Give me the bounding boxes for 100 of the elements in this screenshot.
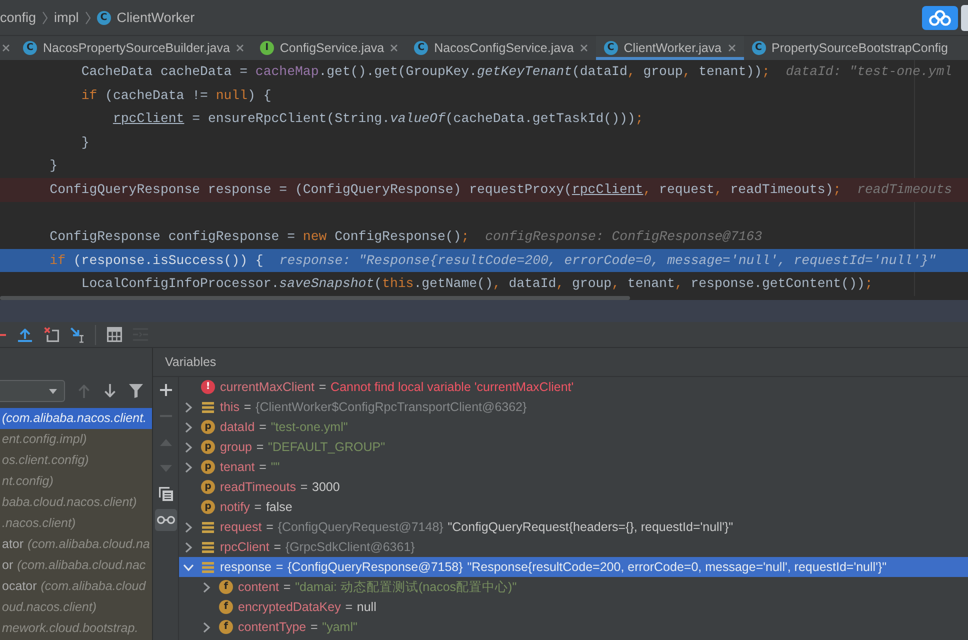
stack-frame[interactable]: mework.cloud.bootstrap. [0,618,152,639]
editor-tab[interactable]: C PropertySourceBootstrapConfig [744,36,948,60]
variable-text: notify = false [220,500,292,514]
inline-hint: readTimeouts [857,182,952,197]
variable-text: rpcClient = {GrpcSdkClient@6361} [220,540,415,554]
error-icon: ! [201,380,215,394]
variable-row[interactable]: ! currentMaxClient = Cannot find local variable 'currentMaxClient' [179,377,968,397]
stack-frame[interactable]: baba.cloud.nacos.client) [0,492,152,513]
variable-text: currentMaxClient = Cannot find local variable 'currentMaxClient' [220,380,574,394]
editor-tab[interactable]: I ConfigService.java [252,36,406,60]
stack-frame[interactable]: ent.config.impl) [0,429,152,450]
chevron-right-icon[interactable] [182,522,194,532]
cross-frame-icon [44,327,58,342]
code-text: } [81,134,90,150]
variable-row[interactable]: p dataId = "test-one.yml" [179,417,968,437]
chevron-right-icon[interactable] [182,442,194,452]
stack-frame[interactable]: ocator (com.alibaba.cloud [0,576,152,597]
stack-frame[interactable]: nt.config) [0,471,152,492]
variable-row[interactable]: p tenant = "" [179,457,968,477]
watches-button[interactable] [154,509,176,531]
chevron-icon [42,10,48,24]
arrow-up-icon [78,384,90,398]
variable-text: tenant = "" [220,460,280,474]
field-icon: f [219,600,233,614]
code-text: rpcClient = ensureRpcClient(String.valueOf(cacheData.getTaskId())); [112,111,644,126]
close-icon[interactable] [390,44,398,52]
code-text: LocalConfigInfoProcessor.saveSnapshot(this.getName(), dataId, group, tenant, response.getContent()); [81,276,873,292]
breadcrumb-item[interactable]: ClientWorker [116,10,195,25]
chevron-down-icon[interactable] [182,562,194,572]
close-icon[interactable] [580,44,588,52]
editor-tab[interactable]: C NacosPropertySourceBuilder.java [15,36,252,60]
chevron-right-icon[interactable] [182,422,194,432]
code-text: CacheData cacheData = cacheMap.get().get(GroupKey.getKeyTenant(dataId, group, tenant)); [81,64,770,79]
arrow-down-icon [104,384,116,398]
table-icon [106,327,122,342]
close-icon[interactable] [2,44,10,52]
stack-frame[interactable]: or (com.alibaba.cloud.nac [0,555,152,576]
field-icon: f [219,620,233,634]
copy-icon [158,487,172,501]
filter-button[interactable] [126,381,146,401]
code-text: if (cacheData != null) { [81,88,272,103]
parameter-icon: p [201,480,215,494]
code-text: ConfigResponse configResponse = new ConfigResponse(); [50,229,470,244]
parameter-icon: p [201,420,215,434]
stack-frame[interactable]: (com.alibaba.nacos.client. [0,408,152,429]
editor-tab[interactable]: C ClientWorker.java [596,36,744,60]
parameter-icon: p [201,440,215,454]
stack-frame[interactable]: os.client.config) [0,450,152,471]
variable-row[interactable]: p group = "DEFAULT_GROUP" [179,437,968,457]
class-icon: C [96,10,111,24]
code-text: if (response.isSuccess()) { [50,252,264,268]
plus-icon [160,384,172,396]
cloud-icon [929,10,951,26]
variable-row[interactable]: response = {ConfigQueryResponse@7158} "Response{resultCode=200, errorCode=0, message='null', requestId='null'}" [179,557,968,577]
stack-frame[interactable]: oud.nacos.client) [0,597,152,618]
close-icon[interactable] [236,44,244,52]
chevron-icon [84,10,91,24]
inline-hint: dataId: "test-one.yml [786,64,952,79]
variable-row[interactable]: rpcClient = {GrpcSdkClient@6361} [179,537,968,557]
variable-text: encryptedDataKey = null [238,600,376,614]
variable-text: content = "damai: 动态配置测试(nacos配置中心)" [238,578,517,596]
chevron-right-icon[interactable] [200,582,212,592]
cloud-button[interactable] [922,6,958,30]
panel-title: Variables [165,355,216,369]
variable-row[interactable]: p readTimeouts = 3000 [179,477,968,497]
variable-row[interactable]: f contentType = "yaml" [179,617,968,637]
bars-icon [202,522,214,532]
variable-text: group = "DEFAULT_GROUP" [220,440,386,454]
variable-row[interactable]: f content = "damai: 动态配置测试(nacos配置中心)" [179,577,968,597]
chevron-right-icon[interactable] [182,542,194,552]
glasses-icon [156,516,174,524]
variable-row[interactable]: this = {ClientWorker$ConfigRpcTransportClient@6362} [179,397,968,417]
class-icon: C [604,40,618,54]
dash-icon[interactable] [0,334,6,336]
bars-icon [202,402,214,412]
close-icon[interactable] [728,44,736,52]
class-icon: C [752,40,766,54]
arrow-cursor-icon [70,326,84,342]
chevron-right-icon[interactable] [182,402,194,412]
side-panel-edge [961,4,968,30]
code-text: ConfigQueryResponse response = (ConfigQueryResponse) requestProxy(rpcClient, request, readTimeouts); [50,182,842,197]
step-out-icon [18,328,32,342]
interface-icon: I [260,40,274,54]
caret-icon [49,388,57,394]
variable-row[interactable]: request = {ConfigQueryRequest@7148} "ConfigQueryRequest{headers={}, requestId='null'}" [179,517,968,537]
variable-row[interactable]: p notify = false [179,497,968,517]
variable-text: dataId = "test-one.yml" [220,420,348,434]
breadcrumb-item[interactable]: config [0,10,36,25]
chevron-right-icon[interactable] [200,622,212,632]
stack-frame[interactable]: ator (com.alibaba.cloud.na [0,534,152,555]
triangle-up-icon [160,438,172,446]
chevron-right-icon[interactable] [182,462,194,472]
variable-text: response = {ConfigQueryResponse@7158} "Response{resultCode=200, errorCode=0, message='null', requestId='null'}" [220,560,887,574]
variable-text: request = {ConfigQueryRequest@7148} "ConfigQueryRequest{headers={}, requestId='null'}" [220,520,734,534]
variable-row[interactable]: f encryptedDataKey = null [179,597,968,617]
editor-tab[interactable]: C NacosConfigService.java [406,36,596,60]
scrollbar-thumb[interactable] [0,296,630,300]
stack-frame[interactable]: .nacos.client) [0,513,152,534]
inline-hint: configResponse: ConfigResponse@7163 [485,229,762,244]
breadcrumb-item[interactable]: impl [54,10,79,25]
